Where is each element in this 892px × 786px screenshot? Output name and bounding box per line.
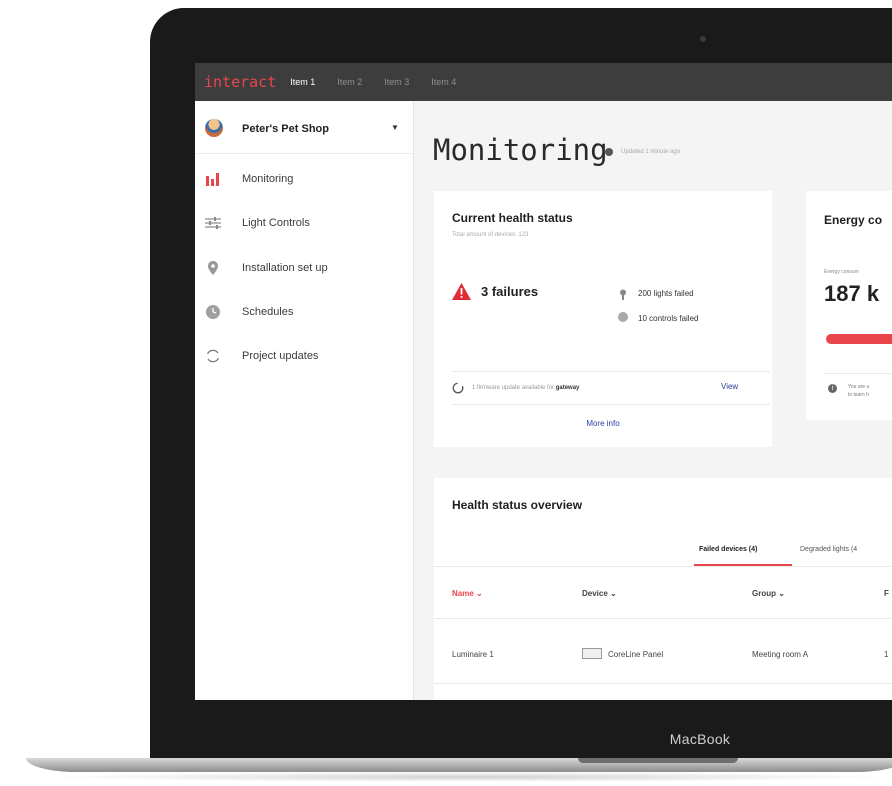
cell-name: Luminaire 1 [452, 650, 494, 659]
cell-device: CoreLine Panel [608, 650, 664, 659]
device-brand-label: MacBook [669, 731, 731, 747]
tab-degraded-lights[interactable]: Degraded lights (4 [800, 546, 857, 553]
divider [434, 618, 892, 619]
column-header-device[interactable]: Device ⌄ [582, 589, 617, 598]
laptop-base [26, 758, 892, 772]
app-logo[interactable]: interact [204, 73, 276, 91]
sidebar-item-label: Project updates [242, 350, 319, 362]
energy-info-line: You are u [848, 384, 870, 390]
energy-consumption-card: Energy co Energy consum 187 k i You are … [806, 191, 892, 420]
sidebar-item-label: Installation set up [242, 262, 328, 274]
nav-item-1[interactable]: Item 1 [290, 77, 315, 87]
main-content: Monitoring Updated 1 minute ago Current … [414, 101, 892, 700]
divider [452, 371, 770, 372]
sidebar-item-project-updates[interactable]: Project updates [195, 341, 413, 371]
energy-label: Energy consum [824, 269, 859, 275]
control-icon [618, 312, 628, 322]
energy-progress-bar [826, 334, 892, 344]
clock-icon [205, 304, 221, 320]
cell-extra: 1 [884, 650, 889, 659]
firmware-target: gateway [555, 385, 580, 391]
more-info-link[interactable]: More info [434, 419, 772, 428]
sidebar-item-monitoring[interactable]: Monitoring [195, 164, 413, 194]
lightbulb-icon [619, 287, 627, 305]
card-subtitle: Total amount of devices: 123 [452, 232, 529, 238]
health-overview-card: Health status overview Failed devices (4… [434, 478, 892, 700]
column-header-extra[interactable]: F [884, 589, 889, 598]
warning-triangle-icon [452, 283, 472, 301]
sidebar-item-schedules[interactable]: Schedules [195, 297, 413, 327]
energy-info-line: to learn h [848, 392, 869, 398]
divider [434, 683, 892, 684]
avatar [205, 119, 223, 137]
current-health-card: Current health status Total amount of de… [434, 191, 772, 447]
lights-failed-text[interactable]: 200 lights failed [638, 289, 694, 298]
location-pin-icon [205, 260, 221, 276]
refresh-icon [205, 348, 221, 364]
divider [824, 373, 892, 374]
sidebar: Peter's Pet Shop ▼ Monitoring Light Cont… [195, 101, 414, 700]
nav-item-3[interactable]: Item 3 [384, 77, 409, 87]
nav-item-4[interactable]: Item 4 [431, 77, 456, 87]
card-title: Current health status [452, 211, 573, 225]
tab-failed-devices[interactable]: Failed devices (4) [699, 546, 757, 553]
camera-icon [700, 36, 706, 42]
cell-group: Meeting room A [752, 650, 809, 659]
info-icon: i [828, 384, 837, 393]
card-title: Health status overview [452, 498, 583, 512]
sync-icon [452, 381, 464, 394]
energy-info-text: You are u to learn h [848, 383, 869, 399]
sliders-icon [205, 215, 221, 231]
top-navigation-bar: interact Item 1 Item 2 Item 3 Item 4 [195, 63, 892, 101]
view-link[interactable]: View [721, 382, 738, 391]
card-title: Energy co [824, 213, 883, 227]
page-title: Monitoring [433, 133, 608, 167]
controls-failed-text[interactable]: 10 controls failed [638, 314, 698, 323]
app-screen: interact Item 1 Item 2 Item 3 Item 4 Pet… [195, 63, 892, 700]
laptop-base-notch [578, 758, 738, 763]
status-dot-icon [605, 148, 613, 156]
failures-count[interactable]: 3 failures [481, 284, 538, 299]
column-header-group[interactable]: Group ⌄ [752, 589, 785, 598]
bar-chart-icon [205, 171, 221, 187]
column-header-label: Name [452, 589, 474, 598]
energy-value: 187 k [824, 281, 880, 306]
panel-device-icon [582, 648, 602, 659]
sidebar-item-label: Light Controls [242, 217, 310, 229]
column-header-name[interactable]: Name ⌄ [452, 589, 483, 598]
shop-name: Peter's Pet Shop [242, 123, 329, 135]
nav-item-2[interactable]: Item 2 [337, 77, 362, 87]
floor-shadow [40, 772, 892, 782]
shop-selector[interactable]: Peter's Pet Shop ▼ [195, 101, 413, 154]
firmware-text: 1 firmware update available for [472, 385, 555, 391]
sidebar-item-installation-setup[interactable]: Installation set up [195, 253, 413, 283]
divider [434, 566, 892, 567]
firmware-notice: 1 firmware update available for gateway [472, 385, 579, 391]
caret-down-icon: ▼ [391, 123, 399, 132]
divider [452, 404, 770, 405]
sidebar-item-label: Schedules [242, 306, 294, 318]
sidebar-item-light-controls[interactable]: Light Controls [195, 208, 413, 238]
sidebar-item-label: Monitoring [242, 173, 294, 185]
column-header-label: Group [752, 589, 776, 598]
updated-timestamp: Updated 1 minute ago [621, 149, 681, 155]
column-header-label: Device [582, 589, 608, 598]
